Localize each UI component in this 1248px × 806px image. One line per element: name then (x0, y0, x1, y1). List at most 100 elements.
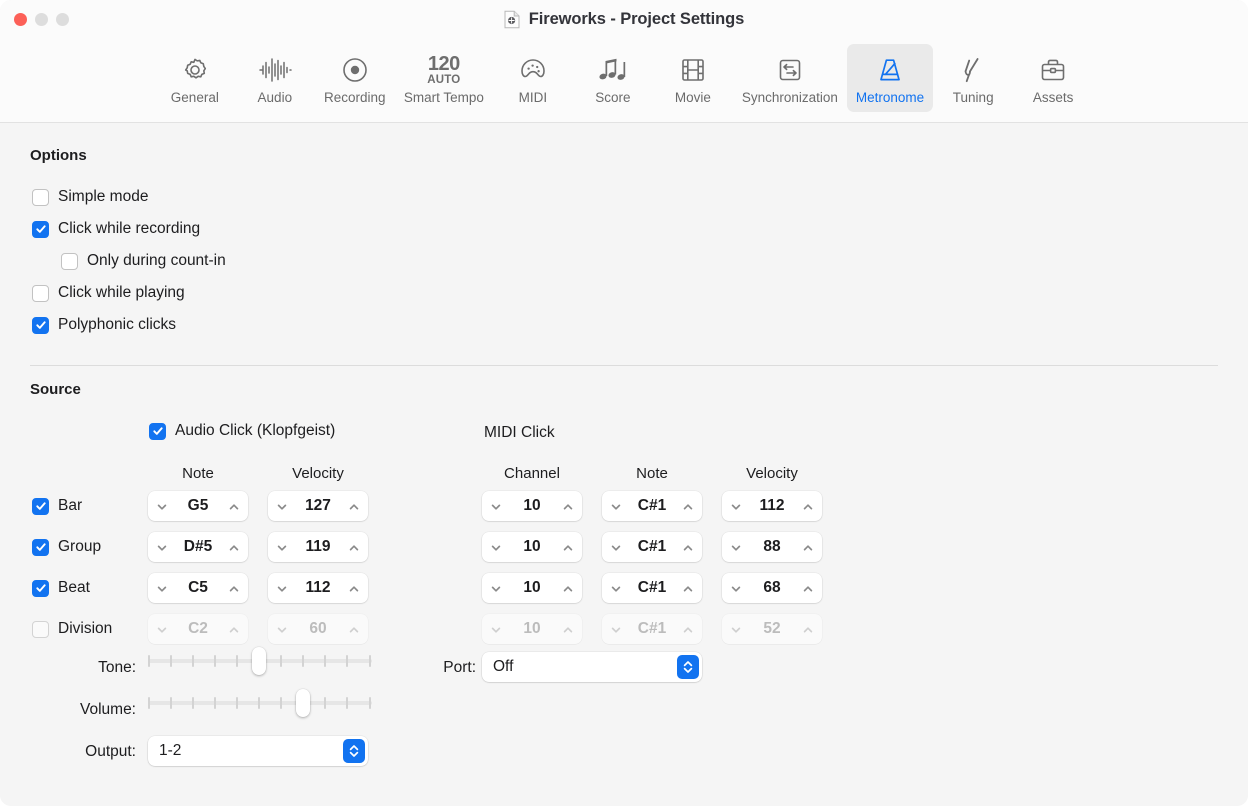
stepper-beat-midi-velocity[interactable]: 68 (722, 573, 822, 603)
stepper-beat-audio-note[interactable]: C5 (148, 573, 248, 603)
chevron-up-icon[interactable] (562, 541, 574, 553)
tone-slider[interactable] (148, 649, 372, 673)
stepper-group-audio-velocity[interactable]: 119 (268, 532, 368, 562)
chevron-up-icon[interactable] (682, 541, 694, 553)
chevron-up-icon[interactable] (348, 623, 360, 635)
stepper-group-midi-channel[interactable]: 10 (482, 532, 582, 562)
stepper-division-audio-velocity[interactable]: 60 (268, 614, 368, 644)
chevron-up-icon[interactable] (348, 500, 360, 512)
stepper-beat-audio-velocity[interactable]: 112 (268, 573, 368, 603)
slider-thumb[interactable] (296, 689, 310, 717)
tab-metronome[interactable]: Metronome (847, 44, 933, 112)
chevron-up-icon[interactable] (802, 623, 814, 635)
tab-synchronization[interactable]: Synchronization (733, 44, 847, 112)
stepper-bar-audio-velocity[interactable]: 127 (268, 491, 368, 521)
checkbox-label: Simple mode (58, 188, 148, 206)
chevron-up-icon[interactable] (802, 541, 814, 553)
chevron-up-icon[interactable] (562, 582, 574, 594)
tab-movie[interactable]: Movie (653, 44, 733, 112)
column-header-midi-note: Note (602, 465, 702, 482)
chevron-down-icon[interactable] (156, 541, 168, 553)
stepper-division-midi-channel[interactable]: 10 (482, 614, 582, 644)
section-divider (30, 365, 1218, 366)
tab-tuning[interactable]: Tuning (933, 44, 1013, 112)
chevron-down-icon[interactable] (156, 623, 168, 635)
chevron-up-icon[interactable] (562, 500, 574, 512)
chevron-down-icon[interactable] (276, 582, 288, 594)
chevron-up-icon[interactable] (228, 582, 240, 594)
chevron-down-icon[interactable] (156, 582, 168, 594)
tab-recording-label: Recording (324, 91, 386, 105)
checkbox-only-during-count-in[interactable]: Only during count-in (61, 252, 226, 270)
chevron-down-icon[interactable] (276, 500, 288, 512)
chevron-up-icon[interactable] (802, 500, 814, 512)
chevron-up-icon[interactable] (562, 623, 574, 635)
slider-thumb[interactable] (252, 647, 266, 675)
chevron-down-icon[interactable] (730, 541, 742, 553)
checkbox-division[interactable]: Division (32, 620, 112, 638)
chevron-down-icon[interactable] (610, 541, 622, 553)
tab-score-label: Score (595, 91, 630, 105)
chevron-up-icon[interactable] (682, 582, 694, 594)
chevron-up-icon[interactable] (682, 500, 694, 512)
chevron-down-icon[interactable] (610, 623, 622, 635)
chevron-up-icon[interactable] (682, 623, 694, 635)
slider-track (148, 701, 372, 705)
stepper-division-midi-note[interactable]: C#1 (602, 614, 702, 644)
output-popup-button[interactable]: 1-2 (148, 736, 368, 766)
chevron-up-icon[interactable] (228, 541, 240, 553)
checkbox-click-while-recording[interactable]: Click while recording (32, 220, 200, 238)
tab-score[interactable]: Score (573, 44, 653, 112)
slider-tick (214, 697, 216, 709)
checkbox-box (32, 221, 49, 238)
tab-audio[interactable]: Audio (235, 44, 315, 112)
chevron-down-icon[interactable] (276, 623, 288, 635)
port-popup-button[interactable]: Off (482, 652, 702, 682)
chevron-down-icon[interactable] (490, 500, 502, 512)
checkbox-group[interactable]: Group (32, 538, 101, 556)
tab-recording[interactable]: Recording (315, 44, 395, 112)
chevron-up-icon[interactable] (802, 582, 814, 594)
stepper-bar-midi-channel[interactable]: 10 (482, 491, 582, 521)
volume-slider[interactable] (148, 691, 372, 715)
stepper-bar-midi-note[interactable]: C#1 (602, 491, 702, 521)
title-bar: Fireworks - Project Settings (0, 0, 1248, 42)
output-label: Output: (24, 743, 136, 761)
checkbox-click-while-playing[interactable]: Click while playing (32, 284, 185, 302)
chevron-down-icon[interactable] (490, 623, 502, 635)
stepper-beat-midi-note[interactable]: C#1 (602, 573, 702, 603)
stepper-group-midi-note[interactable]: C#1 (602, 532, 702, 562)
chevron-down-icon[interactable] (730, 582, 742, 594)
stepper-group-midi-velocity[interactable]: 88 (722, 532, 822, 562)
chevron-up-icon[interactable] (228, 500, 240, 512)
stepper-division-audio-note[interactable]: C2 (148, 614, 248, 644)
chevron-down-icon[interactable] (490, 541, 502, 553)
tab-general[interactable]: General (155, 44, 235, 112)
chevron-down-icon[interactable] (730, 623, 742, 635)
chevron-down-icon[interactable] (610, 500, 622, 512)
window-title-group: Fireworks - Project Settings (0, 10, 1248, 29)
checkbox-bar[interactable]: Bar (32, 497, 82, 515)
chevron-up-icon[interactable] (348, 582, 360, 594)
chevron-down-icon[interactable] (276, 541, 288, 553)
tab-midi[interactable]: MIDI (493, 44, 573, 112)
chevron-down-icon[interactable] (156, 500, 168, 512)
chevron-down-icon[interactable] (610, 582, 622, 594)
stepper-beat-midi-channel[interactable]: 10 (482, 573, 582, 603)
checkbox-audio-click[interactable]: Audio Click (Klopfgeist) (149, 422, 335, 440)
chevron-up-icon[interactable] (348, 541, 360, 553)
chevron-down-icon[interactable] (490, 582, 502, 594)
chevron-down-icon[interactable] (730, 500, 742, 512)
stepper-bar-audio-note[interactable]: G5 (148, 491, 248, 521)
stepper-group-audio-note[interactable]: D#5 (148, 532, 248, 562)
tab-assets[interactable]: Assets (1013, 44, 1093, 112)
stepper-value: 88 (742, 539, 802, 555)
checkbox-polyphonic-clicks[interactable]: Polyphonic clicks (32, 316, 176, 334)
checkbox-box (32, 539, 49, 556)
stepper-bar-midi-velocity[interactable]: 112 (722, 491, 822, 521)
chevron-up-icon[interactable] (228, 623, 240, 635)
tab-smart-tempo[interactable]: 120 AUTO Smart Tempo (395, 44, 493, 112)
checkbox-beat[interactable]: Beat (32, 579, 90, 597)
stepper-division-midi-velocity[interactable]: 52 (722, 614, 822, 644)
checkbox-simple-mode[interactable]: Simple mode (32, 188, 148, 206)
